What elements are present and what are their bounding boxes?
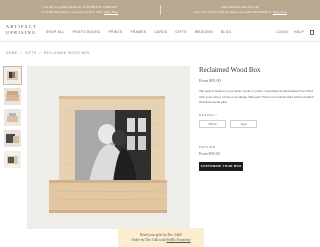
thumbnail-4[interactable] (4, 130, 21, 147)
fedex-economy-link[interactable]: FedEx Economy (166, 238, 190, 242)
nav-frames[interactable]: FRAMES (131, 30, 147, 34)
nav-gifts[interactable]: GIFTS (175, 30, 186, 34)
thumbnail-3[interactable] (4, 109, 21, 126)
breadcrumb-gifts[interactable]: GIFTS (25, 51, 37, 55)
logo-line2: UPRISING (6, 30, 37, 35)
pricing-label: PRICING (199, 144, 216, 149)
promo-right-line2: save 15% off your first purchase. Use co… (193, 10, 272, 14)
breadcrumb-home[interactable]: HOME (6, 51, 18, 55)
thumbnail-5[interactable] (4, 151, 21, 168)
help-link[interactable]: HELP (294, 30, 304, 34)
product-title: Reclaimed Wood Box (199, 66, 261, 74)
main-nav: SHOP ALL PHOTO BOOKS PRINTS FRAMES CARDS… (46, 30, 232, 34)
design-option-type[interactable]: Type (230, 119, 257, 128)
thumbnail-1[interactable] (3, 66, 22, 85)
pricing-value: From $95.00 (199, 150, 220, 156)
promo-left-shop-link[interactable]: Shop Now (104, 10, 118, 14)
design-option-photo[interactable]: Photo (199, 119, 226, 128)
breadcrumb: HOME / GIFTS / RECLAIMED WOOD BOX (6, 51, 90, 55)
product-description: The perfect home for your photo books or… (199, 89, 314, 105)
nav-prints[interactable]: PRINTS (108, 30, 122, 34)
nav-blog[interactable]: BLOG (221, 30, 231, 34)
nav-shop-all[interactable]: SHOP ALL (46, 30, 65, 34)
promo-right-shop-link[interactable]: Shop Now (273, 10, 287, 14)
design-options: Photo Type (199, 119, 315, 128)
shipping-banner: Need your gifts by Dec 24th? Order by De… (118, 228, 204, 247)
site-header: ARTIFACT UPRISING SHOP ALL PHOTO BOOKS P… (0, 20, 320, 42)
shopping-bag-icon[interactable] (310, 30, 314, 35)
product-main-image[interactable] (27, 66, 190, 229)
product-price: From $95.00 (199, 78, 221, 83)
shipping-banner-line2: Order by Dec 14th with (131, 237, 166, 242)
promo-left: Last day for gifting! Order by 11:59 PM … (0, 0, 160, 20)
thumbnail-2[interactable] (4, 88, 21, 105)
design-label: DESIGN * (199, 112, 218, 117)
login-link[interactable]: LOGIN (276, 30, 288, 34)
account-links: LOGIN HELP (276, 30, 314, 35)
promo-bar: Last day for gifting! Order by 11:59 PM … (0, 0, 320, 20)
customize-box-button[interactable]: CUSTOMIZE YOUR BOX (199, 161, 243, 171)
promo-right: Gift with Ease with 10% Off save 15% off… (161, 0, 320, 20)
product-info: Reclaimed Wood Box From $95.00 The perfe… (199, 66, 315, 171)
breadcrumb-separator: / (20, 51, 22, 55)
breadcrumb-current: RECLAIMED WOOD BOX (43, 51, 90, 55)
nav-wedding[interactable]: WEDDING (195, 30, 213, 34)
nav-photo-books[interactable]: PHOTO BOOKS (73, 30, 101, 34)
site-logo[interactable]: ARTIFACT UPRISING (6, 24, 37, 36)
promo-left-line2: w/ FedEx Economy to receive it by Dec. 2… (41, 10, 104, 14)
nav-cards[interactable]: CARDS (154, 30, 167, 34)
breadcrumb-separator: / (39, 51, 41, 55)
thumbnail-list (3, 66, 22, 172)
